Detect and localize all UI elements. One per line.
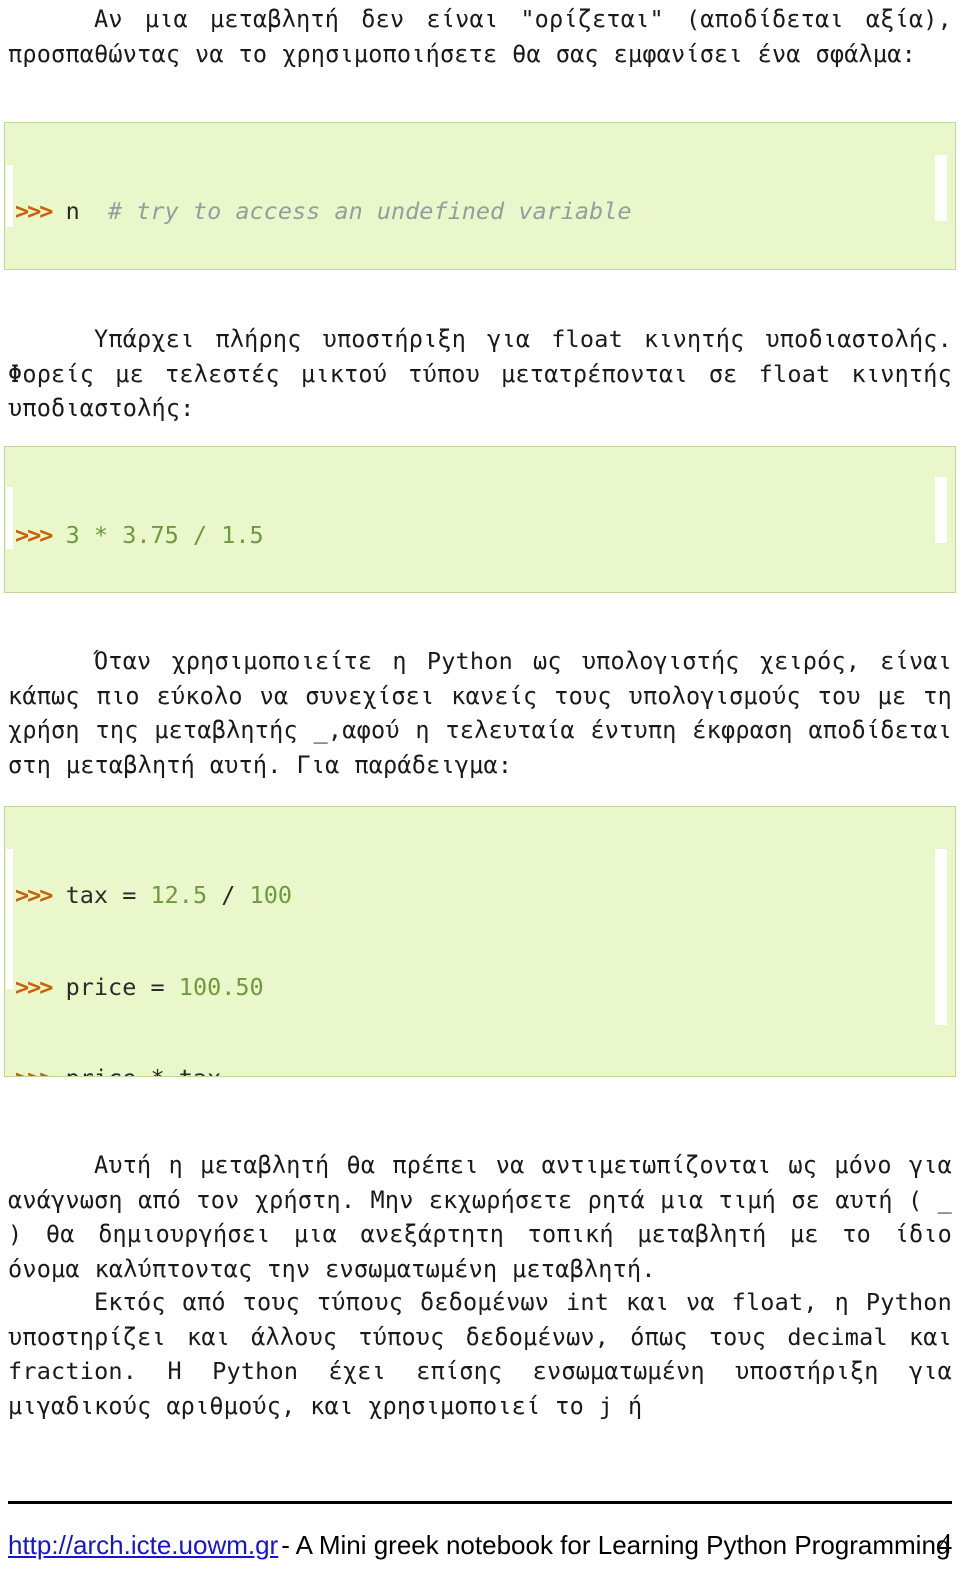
- footer-title-text: - A Mini greek notebook for Learning Pyt…: [281, 1530, 951, 1560]
- code-token-number: 100: [249, 881, 292, 909]
- code-block-floats[interactable]: >>> 3 * 3.75 / 1.5 7.5 >>> 7.0 / 2 3.5: [4, 446, 956, 593]
- page-number: 4: [938, 1529, 952, 1560]
- prompt-icon: >>>: [15, 197, 53, 225]
- code-token-number: 100.50: [178, 972, 264, 1001]
- scrollbar-artifact-left: [6, 849, 13, 989]
- code-block-nameerror[interactable]: >>> n # try to access an undefined varia…: [4, 122, 956, 270]
- code-token-number: 12.5: [150, 881, 222, 909]
- prompt-icon: >>>: [15, 881, 53, 909]
- paragraph-other-types: Εκτός από τους τύπους δεδομένων int και …: [8, 1288, 952, 1420]
- code-token-operator: =: [122, 881, 151, 909]
- scrollbar-artifact-right: [935, 849, 947, 1025]
- scrollbar-artifact-left: [6, 487, 13, 549]
- code-block-underscore[interactable]: >>> tax = 12.5 / 100 >>> price = 100.50 …: [4, 806, 956, 1077]
- paragraph-float-support: Υπάρχει πλήρης υποστήριξη για float κινη…: [8, 325, 952, 422]
- code-token-comment: # try to access an undefined variable: [79, 197, 632, 225]
- code-line: >>> price = 100.50: [15, 972, 945, 1003]
- code-line: >>> price * tax: [15, 1063, 945, 1076]
- code-token-identifier: price: [51, 972, 151, 1001]
- code-token-operator: =: [150, 972, 179, 1001]
- code-token-expression: 3 * 3.75 / 1.5: [51, 521, 264, 549]
- code-line: >>> 3 * 3.75 / 1.5: [15, 520, 945, 551]
- code-token-identifier: tax: [51, 881, 123, 909]
- code-token-identifier: n: [51, 197, 80, 225]
- paragraph-intro: Αν μια μεταβλητή δεν είναι "ορίζεται" (α…: [8, 5, 952, 68]
- scrollbar-artifact-right: [935, 155, 947, 221]
- footer: http://arch.icte.uowm.gr - A Mini greek …: [8, 1528, 952, 1562]
- code-token-operator: /: [221, 881, 250, 909]
- paragraph-calculator: Όταν χρησιμοποιείτε η Python ως υπολογισ…: [8, 647, 952, 779]
- scrollbar-artifact-right: [935, 477, 947, 543]
- code-token-expression: price * tax: [51, 1064, 222, 1076]
- paragraph-readonly-variable: Αυτή η μεταβλητή θα πρέπει να αντιμετωπί…: [8, 1151, 952, 1283]
- page-canvas: Αν μια μεταβλητή δεν είναι "ορίζεται" (α…: [0, 0, 960, 1573]
- code-line: >>> tax = 12.5 / 100: [15, 880, 945, 911]
- prompt-icon: >>>: [15, 972, 53, 1001]
- scrollbar-artifact-left: [6, 165, 13, 227]
- prompt-icon: >>>: [15, 521, 53, 549]
- code-line: >>> n # try to access an undefined varia…: [15, 196, 945, 227]
- prompt-icon: >>>: [15, 1064, 53, 1076]
- footer-url-link[interactable]: http://arch.icte.uowm.gr: [8, 1528, 278, 1562]
- footer-divider: [8, 1501, 952, 1504]
